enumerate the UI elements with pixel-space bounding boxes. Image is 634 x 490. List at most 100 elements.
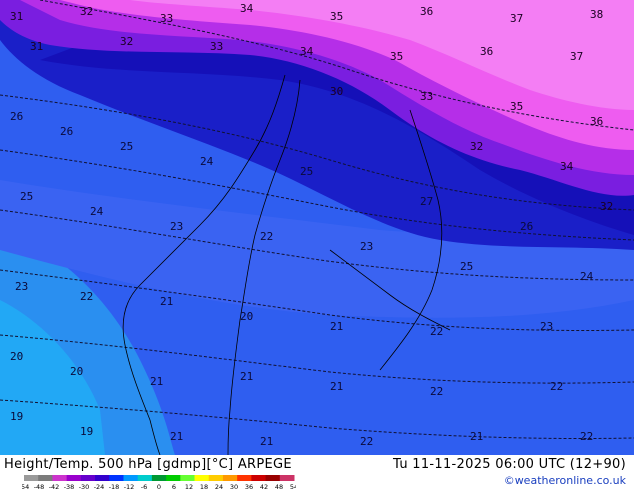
temp-label: 23: [170, 220, 183, 233]
colorbar-tick-label: -24: [94, 483, 105, 490]
colorbar-swatch: [251, 475, 267, 481]
temp-label: 25: [20, 190, 33, 203]
colorbar-swatch: [194, 475, 210, 481]
colorbar-tick-label: 12: [185, 483, 193, 490]
colorbar-tick-label: -18: [109, 483, 120, 490]
temp-label: 21: [260, 435, 273, 448]
colorbar-swatch: [109, 475, 124, 481]
temp-label: 23: [15, 280, 28, 293]
colorbar-swatch: [95, 475, 110, 481]
temp-label: 22: [430, 325, 443, 338]
temp-label: 21: [150, 375, 163, 388]
temp-label: 35: [390, 50, 403, 63]
temp-label: 33: [420, 90, 433, 103]
colorbar-swatch: [66, 475, 82, 481]
temp-label: 34: [560, 160, 574, 173]
colorbar-tick-label: 54: [290, 483, 296, 490]
colorbar-swatch: [166, 475, 181, 481]
colorbar-tick-label: -38: [64, 483, 75, 490]
temp-label: 20: [70, 365, 83, 378]
temp-label: 33: [160, 12, 173, 25]
temp-label: 32: [470, 140, 483, 153]
colorbar-swatch: [38, 475, 53, 481]
colorbar-swatch: [137, 475, 153, 481]
temp-label: 20: [240, 310, 253, 323]
temp-label: 22: [360, 435, 373, 448]
colorbar-swatch: [52, 475, 68, 481]
temp-label: 31: [30, 40, 43, 53]
colorbar-tick-label: -42: [49, 483, 60, 490]
colorbar-tick-label: -54: [22, 483, 29, 490]
temp-label: 24: [90, 205, 104, 218]
colorbar-tick-label: 18: [200, 483, 208, 490]
temp-label: 32: [80, 5, 93, 18]
colorbar-swatch: [80, 475, 96, 481]
temp-label: 20: [10, 350, 23, 363]
colorbar-tick-label: 24: [215, 483, 223, 490]
temp-label: 30: [330, 85, 343, 98]
source-credit: ©weatheronline.co.uk: [503, 474, 626, 487]
temp-label: 37: [510, 12, 523, 25]
temp-label: 36: [420, 5, 433, 18]
footer-info-row: Height/Temp. 500 hPa [gdmp][°C] ARPEGE T…: [0, 457, 634, 475]
colorbar-swatch: [279, 475, 295, 481]
map-canvas: 26 26 25 24 25 27 26 25 24 23 22 23 25 2…: [0, 0, 634, 455]
temp-label: 27: [420, 195, 433, 208]
temp-label: 36: [590, 115, 603, 128]
temp-label: 24: [580, 270, 594, 283]
colorbar-swatch: [265, 475, 281, 481]
temp-label: 23: [540, 320, 553, 333]
temp-label: 31: [10, 10, 23, 23]
colorbar-swatch: [222, 475, 238, 481]
colorbar-tick-label: -6: [141, 483, 147, 490]
temp-label: 35: [330, 10, 343, 23]
temp-label: 19: [10, 410, 23, 423]
temperature-colorbar: -54 -48 -42 -38 -30 -24 -18 -12 -6 0 6 12 18 24 30 36 42…: [22, 475, 296, 490]
colorbar-tick-label: 30: [230, 483, 238, 490]
temp-label: 34: [240, 2, 254, 15]
colorbar-swatches: [24, 475, 295, 481]
temp-label: 38: [590, 8, 603, 21]
colorbar-swatch: [123, 475, 139, 481]
colorbar-tick-label: -48: [34, 483, 45, 490]
colorbar-swatch: [151, 475, 167, 481]
colorbar-tick-label: 6: [172, 483, 176, 490]
temp-label: 22: [80, 290, 93, 303]
temp-label: 23: [360, 240, 373, 253]
temp-label: 33: [210, 40, 223, 53]
temp-label: 21: [160, 295, 173, 308]
temp-label: 25: [460, 260, 473, 273]
temp-label: 21: [470, 430, 483, 443]
temp-label: 22: [260, 230, 273, 243]
temp-label: 22: [550, 380, 563, 393]
temp-label: 35: [510, 100, 523, 113]
temp-label: 34: [300, 45, 314, 58]
temp-label: 26: [10, 110, 23, 123]
temp-label: 32: [600, 200, 613, 213]
colorbar-ticks: -54 -48 -42 -38 -30 -24 -18 -12 -6 0 6 12 18 24 30 36 42…: [22, 483, 296, 490]
temp-label: 21: [330, 320, 343, 333]
colorbar-tick-label: 0: [157, 483, 161, 490]
temp-label: 22: [430, 385, 443, 398]
temp-label: 19: [80, 425, 93, 438]
colorbar-swatch: [208, 475, 224, 481]
temp-label: 37: [570, 50, 583, 63]
forecast-datetime: Tu 11-11-2025 06:00 UTC (12+90): [393, 457, 626, 472]
colorbar-tick-label: -30: [79, 483, 90, 490]
temp-label: 25: [300, 165, 313, 178]
temp-label: 21: [240, 370, 253, 383]
temp-label: 36: [480, 45, 493, 58]
colorbar-tick-label: -12: [124, 483, 135, 490]
map-title: Height/Temp. 500 hPa [gdmp][°C] ARPEGE: [4, 457, 292, 472]
temp-label: 25: [120, 140, 133, 153]
colorbar-swatch: [237, 475, 252, 481]
weather-map: 26 26 25 24 25 27 26 25 24 23 22 23 25 2…: [0, 0, 634, 455]
temp-label: 21: [170, 430, 183, 443]
temp-label: 26: [520, 220, 533, 233]
colorbar-tick-label: 42: [260, 483, 268, 490]
temp-label: 22: [580, 430, 593, 443]
temp-label: 26: [60, 125, 73, 138]
map-footer: Height/Temp. 500 hPa [gdmp][°C] ARPEGE T…: [0, 455, 634, 490]
colorbar-swatch: [24, 475, 39, 481]
colorbar-swatch: [180, 475, 196, 481]
